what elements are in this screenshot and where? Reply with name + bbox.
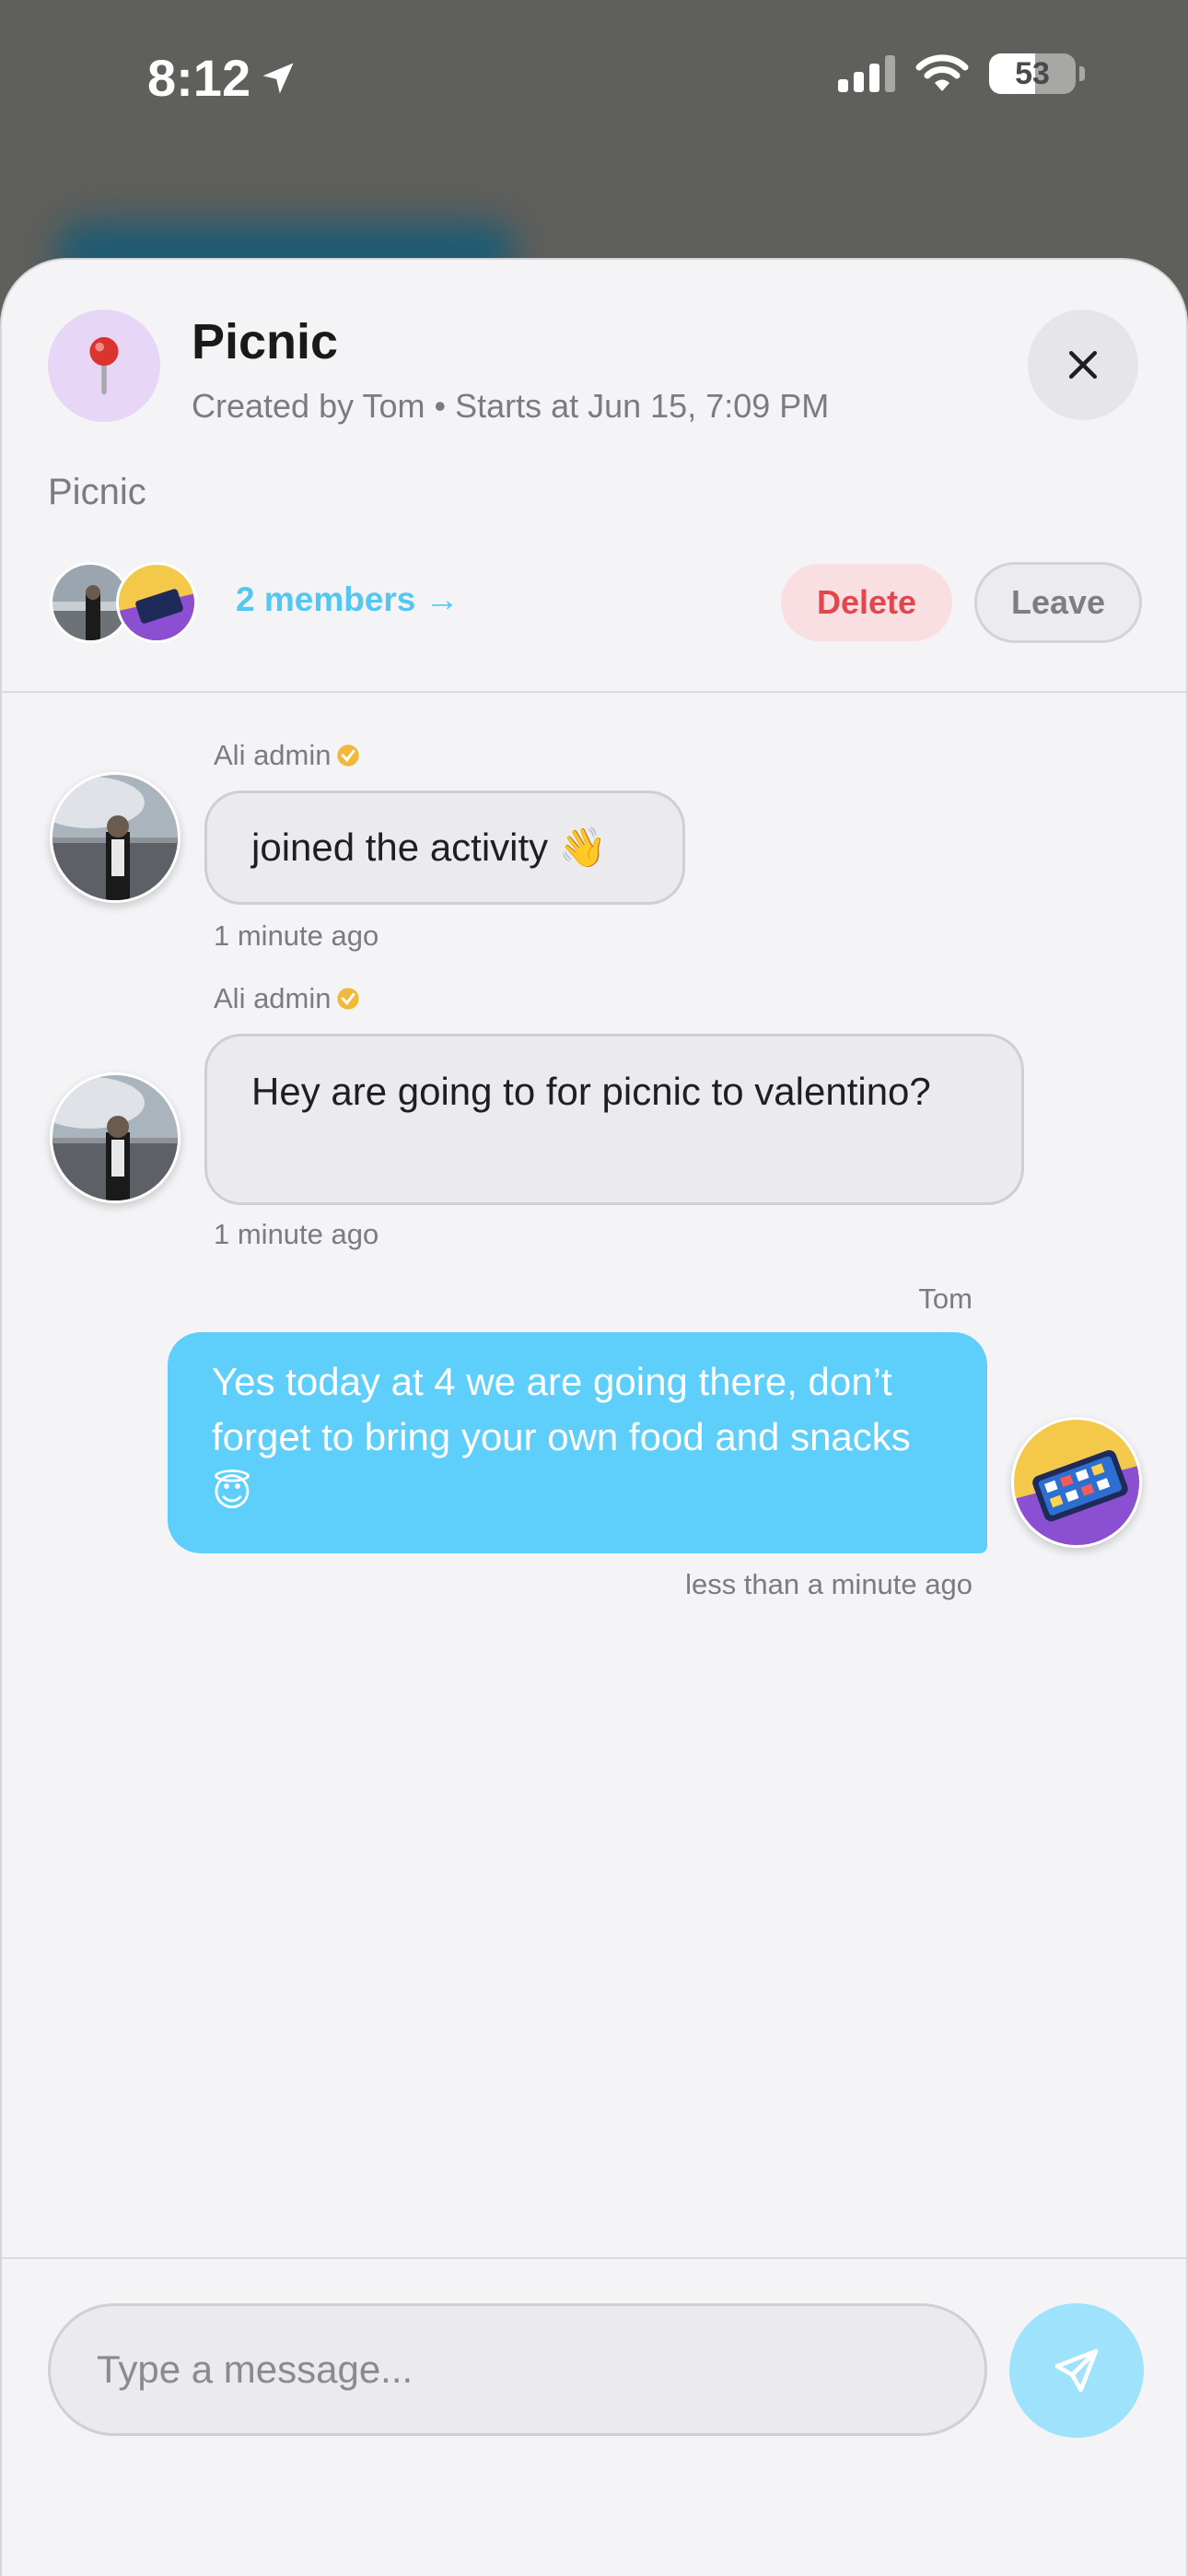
- leave-button[interactable]: Leave: [974, 562, 1142, 643]
- activity-subtitle: Created by Tom • Starts at Jun 15, 7:09 …: [192, 387, 830, 425]
- message-bubble: joined the activity 👋: [204, 790, 685, 905]
- delete-button[interactable]: Delete: [781, 564, 952, 641]
- send-button[interactable]: [1009, 2303, 1144, 2438]
- status-bar: 8:12 53: [0, 0, 1188, 157]
- avatar: [116, 562, 197, 643]
- clock: 8:12: [147, 49, 251, 107]
- activity-header: Picnic Created by Tom • Starts at Jun 15…: [2, 260, 1186, 693]
- message-bubble: Hey are going to for picnic to valentino…: [204, 1034, 1024, 1205]
- message-time: 1 minute ago: [214, 1218, 379, 1250]
- pin-icon: [89, 336, 119, 395]
- avatar: [1011, 1417, 1142, 1548]
- battery-percent: 53: [1015, 55, 1050, 91]
- message-bubble-outgoing: Yes today at 4 we are going there, don’t…: [168, 1332, 987, 1553]
- avatar: [50, 772, 181, 903]
- message-sender: Tom: [918, 1282, 973, 1316]
- signal-icon: [838, 55, 895, 92]
- sender-name: Tom: [918, 1282, 973, 1315]
- message-time: 1 minute ago: [214, 919, 379, 952]
- verified-badge-icon: [336, 988, 359, 1010]
- battery-icon: 53: [989, 53, 1076, 94]
- location-arrow-icon: [262, 63, 294, 93]
- verified-badge-icon: [336, 744, 359, 767]
- status-time: 8:12: [147, 48, 298, 108]
- message-time: less than a minute ago: [685, 1568, 973, 1600]
- message-sender: Ali admin: [214, 739, 361, 772]
- sender-name: Ali admin: [214, 982, 332, 1014]
- message-input[interactable]: [48, 2303, 987, 2436]
- activity-sheet: Picnic Created by Tom • Starts at Jun 15…: [0, 258, 1188, 2576]
- close-button[interactable]: [1028, 310, 1138, 420]
- members-link[interactable]: 2 members →: [236, 580, 460, 619]
- sender-name: Ali admin: [214, 739, 332, 771]
- member-avatars[interactable]: [50, 562, 206, 645]
- message-composer: [2, 2257, 1186, 2576]
- activity-icon: [48, 310, 160, 422]
- send-icon: [1054, 2348, 1099, 2393]
- message-sender: Ali admin: [214, 982, 361, 1015]
- status-icons: 53: [838, 53, 1085, 94]
- avatar: [50, 1072, 181, 1203]
- close-icon: [1068, 350, 1098, 380]
- wifi-icon: [915, 54, 969, 91]
- activity-description: Picnic: [48, 472, 146, 512]
- activity-title: Picnic: [192, 314, 339, 369]
